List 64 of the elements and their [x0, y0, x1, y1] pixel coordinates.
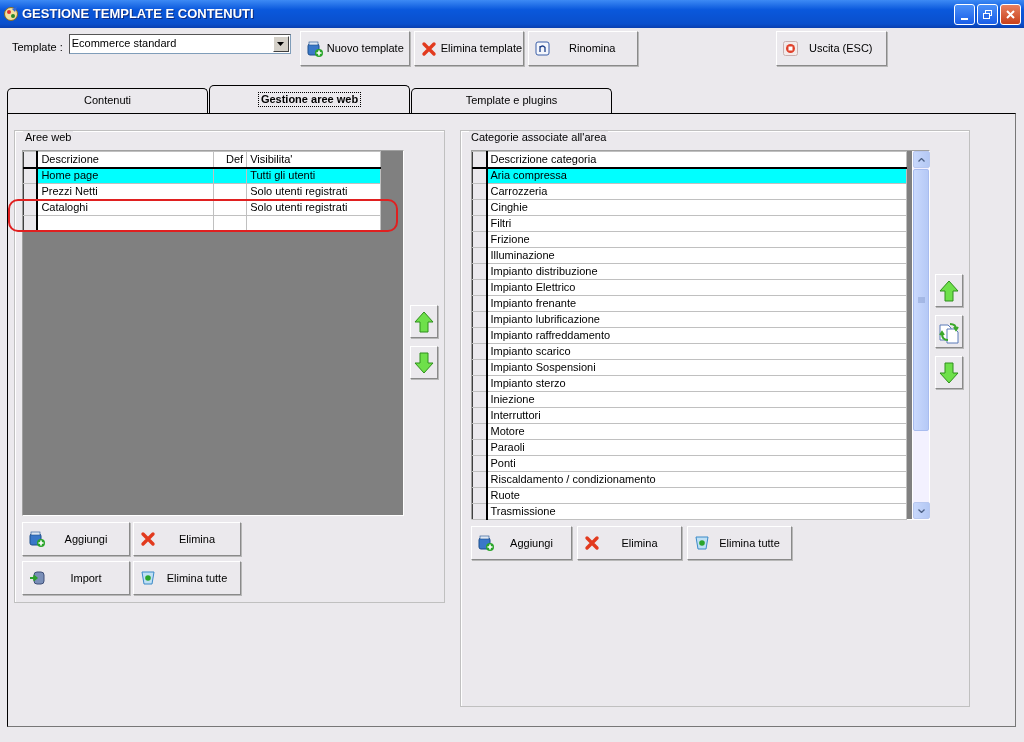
box-plus-icon [306, 40, 323, 57]
trash-icon [694, 535, 710, 552]
move-up-button[interactable] [935, 274, 963, 308]
grid-action-button[interactable]: Aggiungi [471, 526, 572, 561]
grid-action-button[interactable]: Elimina tutte [133, 561, 241, 596]
grid-action-button[interactable]: Elimina tutte [687, 526, 792, 561]
down-arrow-icon [414, 351, 434, 374]
tab[interactable]: Template e plugins [411, 88, 612, 113]
dropdown-button[interactable] [272, 36, 289, 52]
move-up-button[interactable] [410, 305, 438, 339]
down-arrow-icon [939, 361, 959, 384]
database-arrow-icon [29, 570, 45, 587]
new-template-button[interactable]: Nuovo template [299, 31, 410, 66]
up-arrow-icon [939, 279, 959, 302]
trash-icon [140, 570, 156, 587]
tile-icon [534, 41, 550, 56]
minimize-button[interactable] [954, 3, 975, 25]
restore-button[interactable] [977, 3, 998, 25]
exit-button[interactable]: Uscita (ESC) [775, 31, 887, 66]
stop-icon [782, 41, 798, 56]
row-header-cell [23, 151, 38, 168]
restore-icon [982, 8, 993, 20]
table-row[interactable]: Cataloghi Solo utenti registrati [23, 199, 381, 216]
rename-button[interactable]: Rinomina [527, 31, 638, 66]
template-dropdown[interactable]: Ecommerce standard [68, 34, 291, 54]
grid-action-button[interactable]: Elimina [133, 522, 241, 557]
grid-action-button[interactable]: Elimina [577, 526, 682, 561]
table-row[interactable]: Home page Tutti gli utenti [23, 167, 381, 184]
grid-action-button[interactable]: Import [22, 561, 130, 596]
grid-action-button[interactable]: Aggiungi [22, 522, 130, 557]
delete-icon [140, 531, 156, 548]
table-cell: Cataloghi [37, 199, 214, 216]
caret-icon [277, 42, 285, 46]
close-icon [1005, 8, 1016, 20]
row-header-cell [472, 151, 487, 168]
delete-icon [420, 40, 437, 57]
up-arrow-icon [414, 310, 434, 333]
close-button[interactable] [1000, 3, 1021, 25]
chevron-up-icon [918, 157, 925, 162]
template-label: Template : [12, 41, 63, 55]
tab[interactable]: Contenuti [7, 88, 208, 113]
move-down-button[interactable] [410, 346, 438, 380]
scroll-thumb[interactable] [913, 169, 929, 432]
delete-icon [584, 535, 600, 552]
tab[interactable]: Gestione aree web [209, 85, 410, 113]
box-plus-icon [478, 535, 494, 552]
scroll-down-button[interactable] [913, 502, 930, 520]
chevron-down-icon [918, 508, 925, 513]
scrollbar[interactable] [912, 151, 929, 520]
column-header: Descrizione [37, 151, 214, 168]
column-header: Visibilita' [246, 151, 381, 168]
column-header: Descrizione categoria [486, 151, 907, 168]
table-cell: Solo utenti registrati [246, 199, 381, 216]
move-down-button[interactable] [935, 356, 963, 390]
box-plus-icon [29, 531, 45, 548]
minimize-icon [961, 17, 968, 20]
app-icon [3, 6, 19, 22]
table-row[interactable]: Prezzi Netti Solo utenti registrati [23, 183, 381, 200]
scroll-up-button[interactable] [913, 151, 930, 169]
window-title: GESTIONE TEMPLATE E CONTENUTI [22, 6, 254, 22]
group-title: Categorie associate all'area [469, 131, 609, 145]
swap-button[interactable] [935, 315, 963, 349]
delete-template-button[interactable]: Elimina template [413, 31, 524, 66]
column-header: Def [213, 151, 247, 168]
